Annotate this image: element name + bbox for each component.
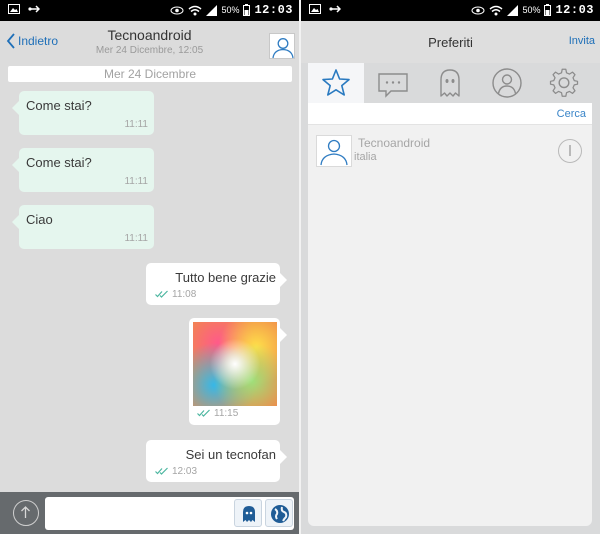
- message-bubble-incoming[interactable]: Ciao 11:11: [12, 205, 154, 249]
- status-clock: 12:03: [555, 3, 594, 17]
- arrow-up-icon: [21, 506, 30, 518]
- message-bubble-incoming[interactable]: Come stai? 11:11: [12, 91, 154, 135]
- search-button[interactable]: Cerca: [557, 108, 586, 120]
- favorites-list-panel: Cerca Tecnoandroid italia: [308, 103, 592, 526]
- info-icon: [569, 145, 571, 156]
- contact-status: italia: [354, 151, 377, 163]
- favorites-screen: 50% 12:03 Preferiti Invita Cerca Tecnoan…: [301, 0, 600, 534]
- message-time: 11:08: [172, 289, 197, 300]
- info-button[interactable]: [558, 139, 582, 163]
- message-time: 12:03: [172, 466, 198, 477]
- message-bubble-image[interactable]: 11:15: [189, 318, 287, 425]
- globe-button[interactable]: [265, 499, 293, 527]
- wifi-icon: [489, 5, 503, 15]
- gallery-notification-icon: [8, 4, 20, 14]
- user-icon: [320, 139, 348, 166]
- ghost-mode-button[interactable]: [234, 499, 262, 527]
- date-separator: Mer 24 Dicembre: [8, 66, 292, 82]
- eye-icon: [170, 6, 184, 14]
- gear-icon: [549, 68, 579, 97]
- read-ticks-icon: [155, 467, 168, 475]
- battery-percent: 50%: [522, 5, 541, 15]
- status-clock: 12:03: [254, 3, 293, 17]
- globe-icon: [271, 505, 289, 523]
- battery-percent: 50%: [221, 5, 240, 15]
- message-bubble-incoming[interactable]: Come stai? 11:11: [12, 148, 154, 192]
- battery-icon: [544, 4, 552, 16]
- search-bar: Cerca: [308, 103, 592, 125]
- user-circle-icon: [492, 68, 522, 98]
- signal-icon: [206, 4, 218, 16]
- list-item[interactable]: Tecnoandroid italia: [308, 129, 592, 171]
- chat-bubble-icon: [378, 73, 408, 98]
- message-text: Ciao: [26, 212, 53, 227]
- message-time: 11:11: [124, 233, 148, 244]
- contact-avatar[interactable]: [269, 33, 295, 59]
- battery-icon: [243, 4, 251, 16]
- chat-screen: 50% 12:03 Indietro Tecnoandroid Mer 24 D…: [0, 0, 299, 534]
- message-text: Sei un tecnofan: [185, 447, 276, 462]
- last-seen: Mer 24 Dicembre, 12:05: [95, 45, 204, 56]
- read-ticks-icon: [197, 409, 210, 417]
- message-bubble-outgoing[interactable]: Tutto bene grazie 11:08: [146, 263, 287, 305]
- page-title: Preferiti: [428, 35, 473, 50]
- favorites-header: Preferiti Invita: [301, 21, 600, 63]
- attach-button[interactable]: [13, 500, 39, 526]
- usb-icon: [329, 5, 341, 13]
- message-text: Come stai?: [26, 155, 92, 170]
- status-bar: 50% 12:03: [0, 0, 299, 21]
- status-bar: 50% 12:03: [301, 0, 600, 21]
- chat-header: Indietro Tecnoandroid Mer 24 Dicembre, 1…: [0, 21, 299, 65]
- message-composer: [0, 492, 299, 534]
- user-icon: [272, 38, 294, 59]
- invite-button[interactable]: Invita: [569, 35, 595, 47]
- read-ticks-icon: [155, 290, 168, 298]
- ghost-icon: [440, 69, 460, 97]
- star-icon: [322, 69, 350, 96]
- tab-contacts[interactable]: [479, 63, 535, 103]
- tab-favorites[interactable]: [308, 63, 364, 103]
- signal-icon: [507, 4, 519, 16]
- tab-chats[interactable]: [365, 63, 421, 103]
- contact-name: Tecnoandroid: [358, 136, 431, 150]
- message-text: Tutto bene grazie: [175, 270, 276, 285]
- contact-name: Tecnoandroid: [107, 27, 192, 43]
- tab-bar: [308, 63, 592, 103]
- message-text: Come stai?: [26, 98, 92, 113]
- wifi-icon: [188, 5, 202, 15]
- image-attachment[interactable]: [193, 322, 277, 406]
- avatar: [316, 135, 352, 167]
- message-time: 11:11: [124, 176, 148, 187]
- gallery-notification-icon: [309, 4, 321, 14]
- tab-settings[interactable]: [536, 63, 592, 103]
- message-bubble-outgoing[interactable]: Sei un tecnofan 12:03: [146, 440, 287, 482]
- eye-icon: [471, 6, 485, 14]
- message-time: 11:11: [124, 119, 148, 130]
- tab-ghost[interactable]: [422, 63, 478, 103]
- ghost-icon: [243, 506, 255, 522]
- usb-icon: [28, 5, 40, 13]
- message-time: 11:15: [214, 408, 239, 419]
